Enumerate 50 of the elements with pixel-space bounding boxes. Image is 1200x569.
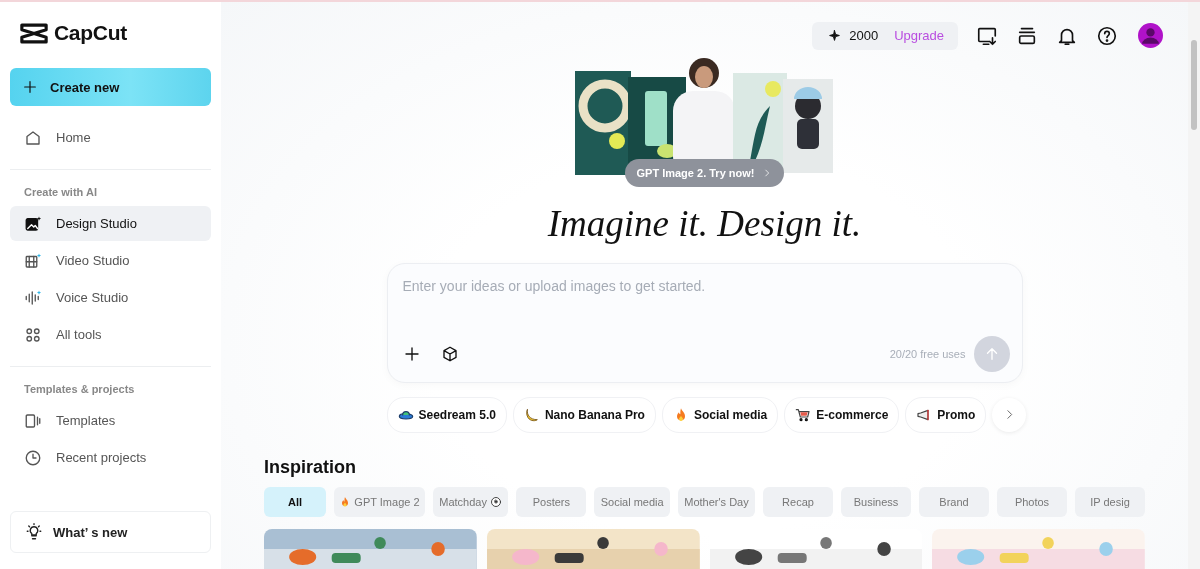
cart-icon bbox=[795, 407, 812, 423]
nav-item[interactable]: All tools bbox=[10, 317, 211, 352]
suggestion-chip[interactable]: Seedream 5.0 bbox=[386, 397, 507, 433]
create-new-button[interactable]: Create new bbox=[10, 68, 211, 106]
section-heading: Create with AI bbox=[23, 186, 98, 198]
logo-icon bbox=[20, 22, 48, 44]
nav-item[interactable]: Templates bbox=[10, 403, 211, 438]
filter-tab[interactable]: Matchday bbox=[432, 487, 509, 517]
logo-text: CapCut bbox=[54, 21, 127, 45]
nav-item[interactable]: Design Studio bbox=[10, 206, 211, 241]
filter-tab[interactable]: Photos bbox=[997, 487, 1067, 517]
prompt-field[interactable]: Enter your ideas or upload images to get started. bbox=[402, 278, 1010, 336]
plus-icon bbox=[22, 79, 38, 95]
soccer-ball-icon bbox=[490, 496, 502, 508]
filter-tab[interactable]: IP desig bbox=[1075, 487, 1145, 517]
filter-tab[interactable]: Social media bbox=[594, 487, 670, 517]
filter-tab[interactable]: Business bbox=[841, 487, 911, 517]
plus-icon[interactable] bbox=[402, 345, 421, 363]
suggestion-chip[interactable]: Social media bbox=[661, 397, 779, 433]
credit-count: 2000 bbox=[849, 28, 879, 44]
suggestion-chip[interactable]: E-commerce bbox=[784, 397, 900, 433]
template-icon bbox=[24, 411, 42, 430]
filter-tab[interactable]: All bbox=[264, 487, 326, 517]
lightbulb-icon bbox=[25, 523, 43, 541]
sparkle-icon bbox=[828, 29, 842, 43]
section-title: Inspiration bbox=[264, 457, 357, 478]
banana-icon bbox=[523, 407, 540, 423]
filter-tab[interactable]: Recap bbox=[763, 487, 833, 517]
clock-icon bbox=[24, 448, 42, 467]
avatar-icon[interactable] bbox=[1138, 23, 1163, 49]
scrollbar[interactable] bbox=[1188, 2, 1200, 569]
waveform-icon bbox=[24, 288, 42, 307]
nav-item[interactable]: Recent projects bbox=[10, 440, 211, 475]
headline: Imagine it. Design it. bbox=[547, 202, 862, 246]
help-icon[interactable] bbox=[1096, 24, 1118, 47]
usage-count: 20/20 free uses bbox=[889, 348, 966, 360]
filter-tab[interactable]: Posters bbox=[516, 487, 587, 517]
filter-tab[interactable]: GPT Image 2 bbox=[334, 487, 425, 517]
filter-tab[interactable]: Brand bbox=[919, 487, 989, 517]
suggestion-chip[interactable]: Promo bbox=[905, 397, 987, 433]
grid-circles-icon bbox=[24, 325, 42, 344]
filter-tab[interactable]: Mother's Day bbox=[678, 487, 755, 517]
nav-item[interactable]: Home bbox=[10, 120, 211, 155]
suggestion-chip[interactable]: Nano Banana Pro bbox=[512, 397, 656, 433]
nav-item[interactable]: Video Studio bbox=[10, 243, 211, 278]
upgrade-link[interactable]: Upgrade bbox=[894, 28, 944, 44]
nav-item[interactable]: Voice Studio bbox=[10, 280, 211, 315]
cube-icon[interactable] bbox=[440, 345, 459, 363]
section-heading: Templates & projects bbox=[23, 383, 136, 395]
whats-new-button[interactable]: What’ s new bbox=[10, 511, 211, 553]
